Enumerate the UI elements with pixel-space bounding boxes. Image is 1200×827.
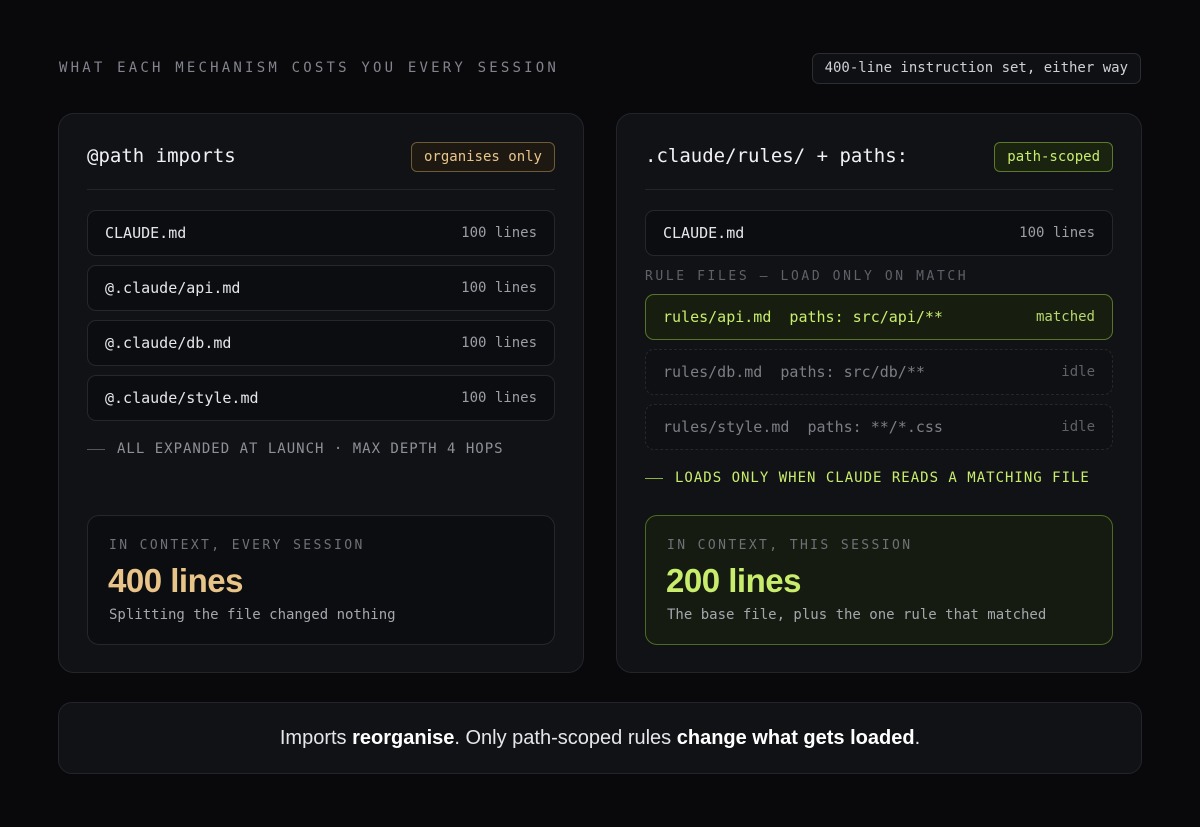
file-row-claude-md: CLAUDE.md 100 lines <box>87 210 555 256</box>
rules-panel-title: .claude/rules/ + paths: <box>645 145 909 167</box>
imports-panel-title: @path imports <box>87 145 236 167</box>
conclusion-bold-1: reorganise <box>352 727 455 749</box>
file-row-style-md: @.claude/style.md 100 lines <box>87 375 555 421</box>
summary-value: 400 lines <box>108 562 243 599</box>
rules-summary-card: IN CONTEXT, THIS SESSION 200 lines The b… <box>645 515 1113 645</box>
rule-files-subhead: RULE FILES — LOAD ONLY ON MATCH <box>645 269 969 284</box>
file-name: CLAUDE.md <box>663 224 745 242</box>
file-name: @.claude/style.md <box>105 389 259 407</box>
dash-icon <box>645 477 663 479</box>
summary-label: IN CONTEXT, THIS SESSION <box>667 538 913 553</box>
matching-note-text: LOADS ONLY WHEN CLAUDE READS A MATCHING … <box>675 470 1090 486</box>
rule-row-style: rules/style.md paths: **/*.css idle <box>645 404 1113 450</box>
summary-description: Splitting the file changed nothing <box>109 607 396 623</box>
conclusion-bold-2: change what gets loaded <box>676 727 915 749</box>
rules-panel: .claude/rules/ + paths: path-scoped CLAU… <box>616 113 1142 673</box>
expanded-note-text: ALL EXPANDED AT LAUNCH · MAX DEPTH 4 HOP… <box>117 441 504 457</box>
instruction-set-pill: 400-line instruction set, either way <box>811 53 1141 84</box>
rule-name: rules/db.md paths: src/db/** <box>663 363 925 381</box>
line-count: 100 lines <box>461 335 537 351</box>
conclusion-banner: Imports reorganise. Only path-scoped rul… <box>58 702 1142 774</box>
page-title: WHAT EACH MECHANISM COSTS YOU EVERY SESS… <box>59 60 560 76</box>
summary-value: 200 lines <box>666 562 801 599</box>
path-scoped-badge: path-scoped <box>994 142 1113 172</box>
summary-description: The base file, plus the one rule that ma… <box>667 607 1047 623</box>
conclusion-text-1: Imports <box>279 727 353 749</box>
rule-row-api: rules/api.md paths: src/api/** matched <box>645 294 1113 340</box>
dash-icon <box>87 448 105 450</box>
rule-status: matched <box>1035 309 1095 325</box>
file-name: CLAUDE.md <box>105 224 187 242</box>
file-row-api-md: @.claude/api.md 100 lines <box>87 265 555 311</box>
file-row-claude-md: CLAUDE.md 100 lines <box>645 210 1113 256</box>
rule-status: idle <box>1061 364 1095 380</box>
conclusion-text-2: . Only path-scoped rules <box>454 727 677 749</box>
rule-name: rules/style.md paths: **/*.css <box>663 418 943 436</box>
file-row-db-md: @.claude/db.md 100 lines <box>87 320 555 366</box>
rule-name: rules/api.md paths: src/api/** <box>663 308 943 326</box>
matching-note: LOADS ONLY WHEN CLAUDE READS A MATCHING … <box>645 470 1090 486</box>
imports-summary-card: IN CONTEXT, EVERY SESSION 400 lines Spli… <box>87 515 555 645</box>
imports-panel-header: @path imports organises only <box>87 142 555 190</box>
expanded-note: ALL EXPANDED AT LAUNCH · MAX DEPTH 4 HOP… <box>87 441 504 457</box>
line-count: 100 lines <box>461 390 537 406</box>
rules-panel-header: .claude/rules/ + paths: path-scoped <box>645 142 1113 190</box>
imports-panel: @path imports organises only CLAUDE.md 1… <box>58 113 584 673</box>
summary-label: IN CONTEXT, EVERY SESSION <box>109 538 365 553</box>
line-count: 100 lines <box>461 225 537 241</box>
rule-status: idle <box>1061 419 1095 435</box>
conclusion-text-3: . <box>914 727 921 749</box>
file-name: @.claude/db.md <box>105 334 232 352</box>
file-name: @.claude/api.md <box>105 279 241 297</box>
organises-only-badge: organises only <box>410 142 555 172</box>
rule-row-db: rules/db.md paths: src/db/** idle <box>645 349 1113 395</box>
line-count: 100 lines <box>461 280 537 296</box>
line-count: 100 lines <box>1019 225 1095 241</box>
